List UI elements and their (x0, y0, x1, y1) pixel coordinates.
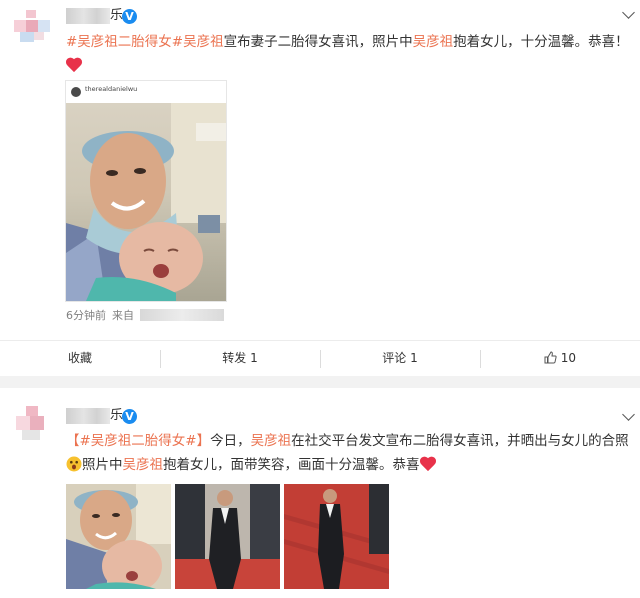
hashtag-link[interactable]: #吴彦祖二胎得女# (66, 34, 183, 50)
author-avatar[interactable] (10, 8, 54, 48)
bracket: 】 (196, 433, 211, 449)
chevron-down-icon[interactable] (622, 6, 635, 19)
comment-button[interactable]: 评论 1 (320, 340, 480, 376)
post-text-part: 今日， (210, 433, 251, 449)
verified-icon: V (122, 9, 137, 24)
post-text-part: 照片中 (82, 457, 123, 473)
instagram-header: therealdanielwu (66, 81, 226, 103)
thumbnail-1[interactable] (66, 484, 171, 589)
weibo-post-1: 乐 V #吴彦祖二胎得女#吴彦祖宣布妻子二胎得女喜讯，照片中吴彦祖抱着女儿，十分… (0, 0, 640, 376)
post-source[interactable] (140, 309, 224, 321)
photo-father-baby (66, 103, 226, 301)
repost-button[interactable]: 转发 1 (160, 340, 320, 376)
post-text: #吴彦祖二胎得女#吴彦祖宣布妻子二胎得女喜讯，照片中吴彦祖抱着女儿，十分温馨。恭… (66, 31, 629, 53)
verified-icon: V (122, 409, 137, 424)
post-text-line-2: 照片中吴彦祖抱着女儿，面带笑容，画面十分温馨。恭喜 (66, 454, 436, 476)
heart-icon (66, 58, 82, 72)
mention-link[interactable]: 吴彦祖 (183, 34, 224, 50)
post-text-line-1: 【#吴彦祖二胎得女#】今日，吴彦祖在社交平台发文宣布二胎得女喜讯，并晒出与女儿的… (66, 430, 629, 452)
instagram-avatar (71, 87, 81, 97)
like-count: 10 (560, 351, 577, 365)
post-text-part: 抱着女儿，面带笑容，画面十分温馨。恭喜 (163, 457, 420, 473)
mention-link[interactable]: 吴彦祖 (123, 457, 164, 473)
favorite-button[interactable]: 收藏 (0, 340, 160, 376)
author-name[interactable] (66, 408, 110, 424)
post-text-part: 宣布妻子二胎得女喜讯，照片中 (223, 34, 413, 50)
hashtag-link[interactable]: #吴彦祖二胎得女# (80, 433, 197, 449)
mention-link[interactable]: 吴彦祖 (251, 433, 292, 449)
bracket: 【 (66, 433, 80, 449)
post-text-part: 抱着女儿，十分温馨。恭喜！ (453, 34, 629, 50)
post-text-part: 在社交平台发文宣布二胎得女喜讯，并晒出与女儿的合照 (291, 433, 629, 449)
thumbs-up-icon (544, 351, 557, 364)
heart-icon (420, 457, 436, 471)
thumbnail-3[interactable] (284, 484, 389, 589)
surprised-emoji-icon (66, 456, 82, 472)
post-time[interactable]: 6分钟前 (66, 307, 106, 323)
author-name[interactable] (66, 8, 110, 24)
thumbnail-2[interactable] (175, 484, 280, 589)
post-image[interactable]: therealdanielwu (65, 80, 227, 302)
author-avatar[interactable] (10, 402, 54, 446)
instagram-username: therealdanielwu (85, 85, 138, 93)
mention-link[interactable]: 吴彦祖 (413, 34, 454, 50)
post-source-label: 来自 (112, 309, 134, 322)
like-button[interactable]: 10 (480, 340, 640, 376)
